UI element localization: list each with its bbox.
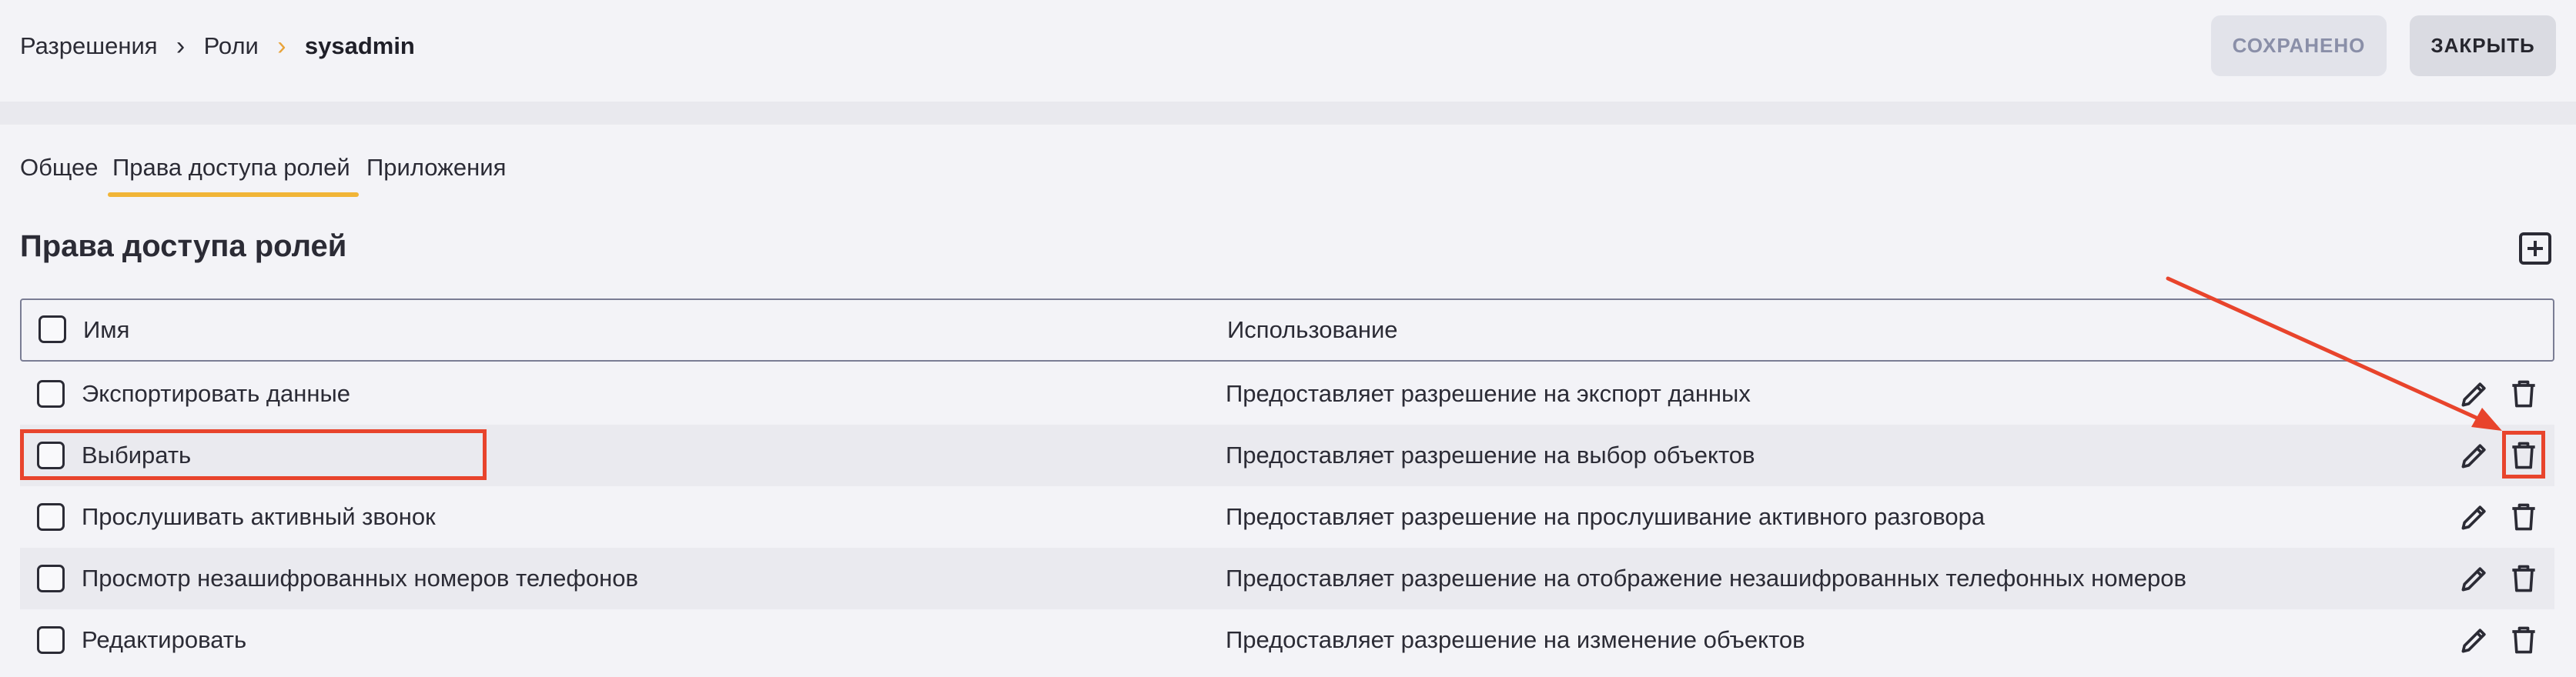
table-row: Редактировать Предоставляет разрешение н… [20, 609, 2554, 671]
breadcrumb: Разрешения › Роли › sysadmin [20, 29, 415, 63]
active-tab-indicator [108, 192, 359, 197]
trash-icon[interactable] [2507, 500, 2541, 534]
table-row: Выбирать Предоставляет разрешение на выб… [20, 425, 2554, 486]
pencil-icon[interactable] [2457, 500, 2491, 534]
column-header-usage: Использование [1227, 316, 1398, 343]
tab-role-access[interactable]: Права доступа ролей [112, 154, 350, 182]
table-row: Прослушивать активный звонок Предоставля… [20, 486, 2554, 548]
pencil-icon[interactable] [2457, 562, 2491, 595]
header-divider [0, 102, 2576, 125]
breadcrumb-roles[interactable]: Роли [204, 32, 259, 60]
row-usage: Предоставляет разрешение на изменение об… [1226, 626, 1805, 653]
row-name: Экспортировать данные [82, 380, 351, 407]
section-title: Права доступа ролей [20, 229, 347, 263]
pencil-icon[interactable] [2457, 377, 2491, 411]
table-header: Имя Использование [20, 298, 2554, 362]
row-checkbox[interactable] [37, 380, 65, 408]
chevron-right-icon: › [277, 31, 286, 61]
close-button[interactable]: ЗАКРЫТЬ [2410, 15, 2556, 76]
row-name: Выбирать [82, 442, 192, 469]
tab-applications[interactable]: Приложения [366, 154, 506, 182]
plus-square-icon[interactable] [2519, 232, 2551, 265]
row-usage: Предоставляет разрешение на отображение … [1226, 565, 2186, 592]
breadcrumb-current-role: sysadmin [304, 32, 415, 59]
row-usage: Предоставляет разрешение на выбор объект… [1226, 442, 1755, 469]
table-row: Просмотр незашифрованных номеров телефон… [20, 548, 2554, 609]
header: Разрешения › Роли › sysadmin СОХРАНЕНО З… [0, 0, 2576, 102]
tab-general[interactable]: Общее [20, 154, 99, 182]
row-usage: Предоставляет разрешение на прослушивани… [1226, 503, 1986, 530]
row-name: Просмотр незашифрованных номеров телефон… [82, 565, 638, 592]
pencil-icon[interactable] [2457, 439, 2491, 472]
table-row: Экспортировать данные Предоставляет разр… [20, 363, 2554, 425]
trash-icon[interactable] [2507, 623, 2541, 657]
row-name: Редактировать [82, 626, 247, 653]
trash-icon[interactable] [2507, 377, 2541, 411]
row-checkbox[interactable] [37, 503, 65, 531]
pencil-icon[interactable] [2457, 623, 2491, 657]
row-checkbox[interactable] [37, 442, 65, 469]
select-all-checkbox[interactable] [38, 315, 66, 343]
column-header-name: Имя [83, 316, 130, 343]
row-name: Прослушивать активный звонок [82, 503, 436, 530]
row-checkbox[interactable] [37, 626, 65, 654]
breadcrumb-permissions[interactable]: Разрешения [20, 32, 158, 60]
saved-button[interactable]: СОХРАНЕНО [2211, 15, 2387, 76]
trash-icon[interactable] [2507, 439, 2541, 472]
row-usage: Предоставляет разрешение на экспорт данн… [1226, 380, 1751, 407]
trash-icon[interactable] [2507, 562, 2541, 595]
chevron-right-icon: › [176, 31, 186, 61]
row-checkbox[interactable] [37, 565, 65, 592]
